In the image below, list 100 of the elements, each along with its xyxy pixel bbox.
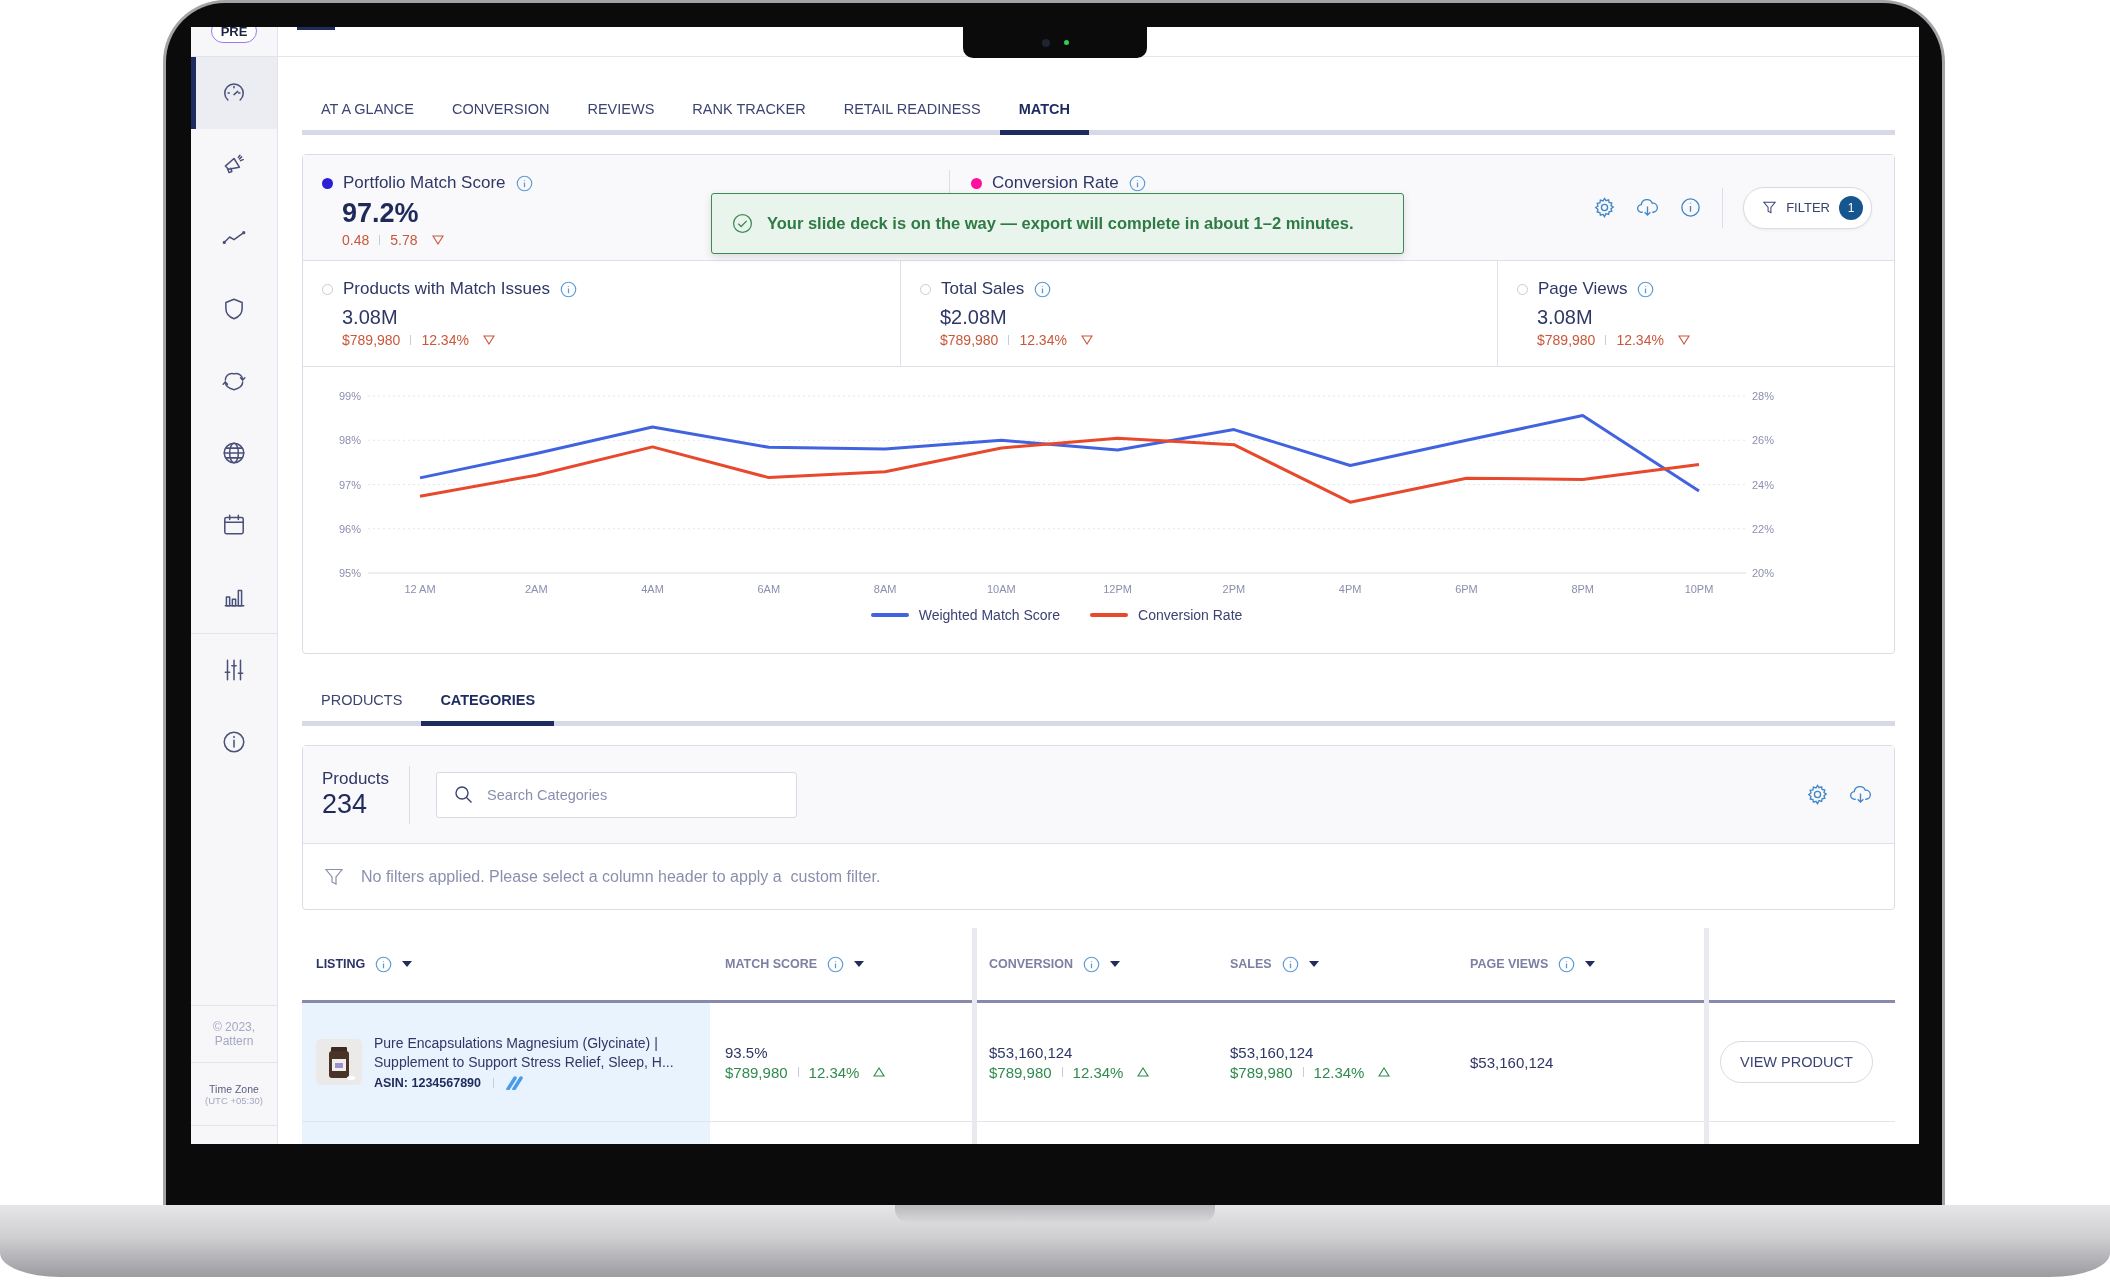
- pencil-icon[interactable]: [506, 1076, 525, 1090]
- axis-label: 10AM: [987, 583, 1016, 595]
- change-value: $789,980: [989, 1063, 1052, 1081]
- change-value: $789,980: [725, 1063, 788, 1081]
- change-percent: 12.34%: [421, 332, 469, 348]
- axis-label: 10PM: [1684, 583, 1714, 595]
- column-header[interactable]: SALES: [1230, 957, 1272, 971]
- column-header[interactable]: PAGE VIEWS: [1470, 957, 1549, 971]
- tab[interactable]: PRODUCTS: [302, 678, 422, 726]
- info-icon[interactable]: [1679, 196, 1703, 219]
- change-percent: 5.78: [390, 232, 418, 248]
- products-count: 234: [322, 789, 369, 820]
- info-icon[interactable]: [1083, 955, 1101, 973]
- info-icon[interactable]: [1281, 955, 1299, 973]
- metric-value: 3.08M: [1537, 306, 1593, 329]
- info-icon[interactable]: [1128, 174, 1146, 192]
- filter-message: No filters applied. Please select a column header to apply a custom filter.: [361, 867, 881, 886]
- environment-badge: PRE: [210, 27, 258, 43]
- caret-icon[interactable]: [1308, 961, 1319, 967]
- cloud-download-icon[interactable]: [1636, 196, 1660, 219]
- series-dot[interactable]: [322, 177, 333, 189]
- axis-label: 8AM: [873, 583, 897, 595]
- tab[interactable]: RANK TRACKER: [673, 87, 825, 135]
- column-header[interactable]: MATCH SCORE: [725, 957, 818, 971]
- nav-button[interactable]: [191, 57, 277, 129]
- info-icon: [221, 729, 247, 755]
- product-title[interactable]: Pure Encapsulations Magnesium (Glycinate) | Supplement to Support Stress Relief, Sleep, H...: [374, 1034, 698, 1072]
- settings-icon[interactable]: [1806, 783, 1829, 806]
- column-header[interactable]: CONVERSION: [989, 957, 1074, 971]
- tab[interactable]: CATEGORIES: [421, 678, 555, 726]
- info-icon[interactable]: [1637, 280, 1655, 298]
- filter-icon: [1762, 200, 1778, 215]
- change-value: $789,980: [1230, 1063, 1293, 1081]
- axis-label: 8PM: [1571, 583, 1595, 595]
- axis-label: 22%: [1752, 522, 1775, 535]
- axis-label: 24%: [1752, 478, 1775, 491]
- products-label: Products: [322, 769, 390, 789]
- search-field[interactable]: Search Categories: [436, 771, 798, 818]
- change-percent: 12.34%: [1313, 1063, 1365, 1081]
- caret-icon[interactable]: [402, 961, 413, 967]
- tab[interactable]: CONVERSION: [432, 87, 569, 135]
- tab[interactable]: RETAIL READINESS: [824, 87, 1000, 135]
- info-icon[interactable]: [827, 955, 845, 973]
- metric-value: 3.08M: [342, 306, 398, 329]
- change-value: 0.48: [342, 232, 370, 248]
- axis-label: 28%: [1752, 390, 1775, 402]
- header-accent: [297, 27, 335, 30]
- legend-swatch: [1090, 613, 1129, 617]
- legend-label: Conversion Rate: [1138, 607, 1243, 623]
- axis-label: 4PM: [1338, 583, 1362, 595]
- metric-label: Page Views: [1538, 279, 1628, 299]
- toast-message: Your slide deck is on the way — export will complete in about 1–2 minutes.: [767, 214, 1354, 233]
- axis-label: 20%: [1752, 567, 1775, 579]
- legend-swatch: [870, 613, 909, 617]
- caret-icon[interactable]: [1110, 961, 1121, 967]
- axis-label: 99%: [338, 390, 361, 402]
- info-icon[interactable]: [1558, 955, 1576, 973]
- axis-label: 6AM: [757, 583, 781, 595]
- metric-label: Portfolio Match Score: [343, 173, 506, 193]
- view-product-button[interactable]: VIEW PRODUCT: [1720, 1041, 1873, 1083]
- filter-button[interactable]: FILTER 1: [1743, 186, 1872, 229]
- copyright-text: © 2023, Pattern: [211, 1020, 257, 1048]
- metric-label: Products with Match Issues: [343, 279, 550, 299]
- tab[interactable]: REVIEWS: [568, 87, 674, 135]
- cloud-download-icon[interactable]: [1849, 783, 1872, 806]
- info-icon[interactable]: [515, 174, 533, 192]
- axis-label: 12PM: [1103, 583, 1132, 595]
- check-circle-icon: [732, 213, 753, 234]
- change-percent: 12.34%: [1072, 1063, 1124, 1081]
- globe-icon: [221, 440, 247, 466]
- series-dot[interactable]: [920, 283, 931, 295]
- legend-label: Weighted Match Score: [918, 607, 1061, 623]
- change-value: $789,980: [342, 332, 401, 348]
- series-dot[interactable]: [322, 283, 333, 295]
- info-icon[interactable]: [1034, 280, 1052, 298]
- cell-value: $53,160,124: [1470, 1053, 1554, 1071]
- series-dot[interactable]: [971, 177, 982, 189]
- asin-text: ASIN: 1234567890: [374, 1076, 482, 1090]
- column-header[interactable]: LISTING: [316, 957, 366, 971]
- axis-label: 98%: [338, 434, 361, 447]
- timezone-label: Time Zone: [209, 1082, 259, 1095]
- caret-icon[interactable]: [854, 961, 865, 967]
- axis-label: 2AM: [524, 583, 548, 595]
- caret-icon[interactable]: [1585, 961, 1596, 967]
- change-percent: 12.34%: [808, 1063, 860, 1081]
- change-value: $789,980: [1537, 332, 1596, 348]
- info-icon[interactable]: [559, 280, 577, 298]
- tab[interactable]: AT A GLANCE: [302, 87, 433, 135]
- cell-value: 93.5%: [725, 1043, 768, 1061]
- tab[interactable]: MATCH: [999, 87, 1089, 135]
- axis-label: 2PM: [1222, 583, 1246, 595]
- change-percent: 12.34%: [1616, 332, 1664, 348]
- metric-value: $2.08M: [940, 306, 1007, 329]
- info-icon[interactable]: [375, 955, 393, 973]
- cell-value: $53,160,124: [989, 1043, 1073, 1061]
- axis-label: 6PM: [1455, 583, 1478, 595]
- axis-label: 4AM: [641, 583, 664, 595]
- filter-icon: [324, 866, 344, 887]
- series-dot[interactable]: [1517, 283, 1528, 295]
- settings-icon[interactable]: [1593, 196, 1617, 219]
